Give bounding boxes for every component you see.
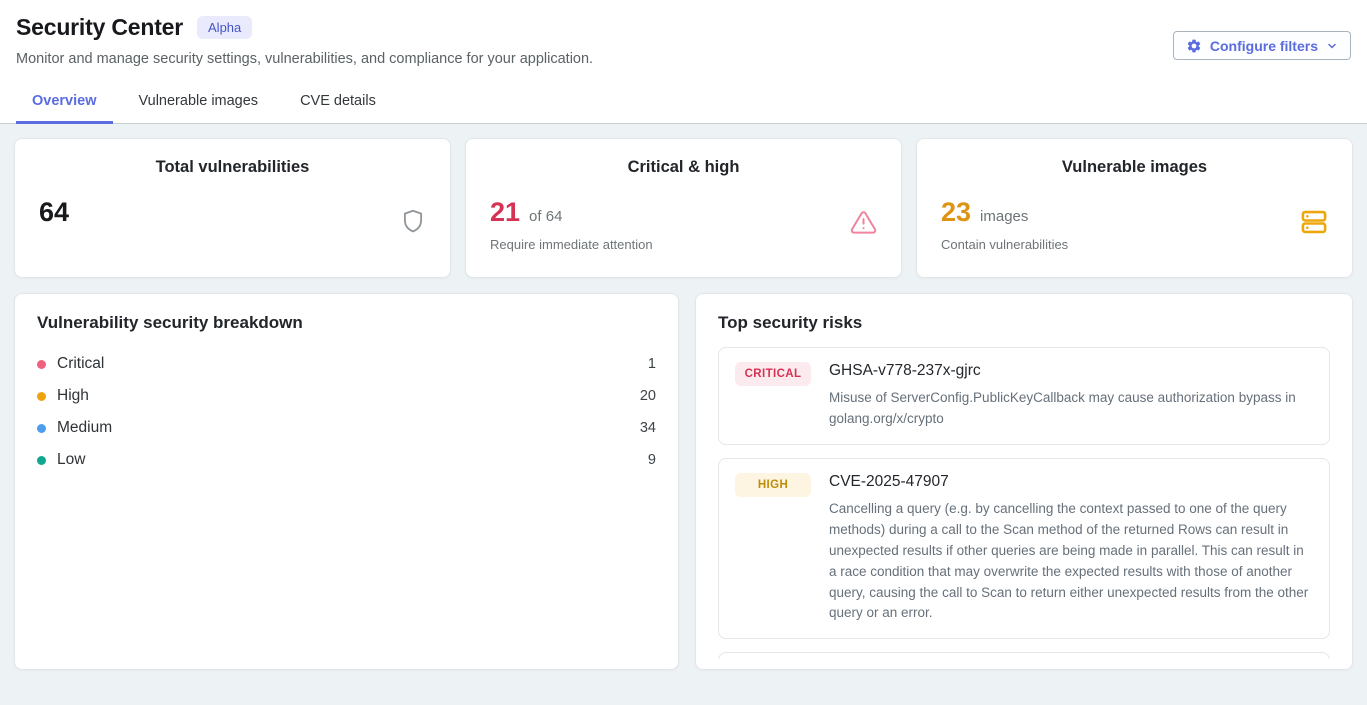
warning-triangle-icon	[850, 209, 877, 241]
risk-description: Misuse of ServerConfig.PublicKeyCallback…	[829, 388, 1313, 430]
risk-item-ghsa-v778-237x-gjrc[interactable]: CRITICAL GHSA-v778-237x-gjrc Misuse of S…	[718, 347, 1330, 445]
top-security-risks-panel: Top security risks CRITICAL GHSA-v778-23…	[695, 293, 1353, 670]
tab-cve-details[interactable]: CVE details	[284, 83, 392, 124]
summary-cards-row: Total vulnerabilities 64 Critical & high	[14, 138, 1353, 278]
breakdown-label: High	[57, 387, 89, 405]
risk-description: Cancelling a query (e.g. by cancelling t…	[829, 499, 1313, 625]
risk-item-cve-2025-9086[interactable]: HIGH CVE-2025-9086	[718, 652, 1330, 659]
risk-list: CRITICAL GHSA-v778-237x-gjrc Misuse of S…	[718, 347, 1330, 659]
breakdown-value: 9	[648, 452, 656, 468]
server-stack-icon	[1300, 208, 1328, 241]
tab-overview[interactable]: Overview	[16, 83, 113, 124]
breakdown-row-high: High 20	[37, 380, 656, 412]
high-dot	[37, 392, 46, 401]
card-critical-high: Critical & high 21 of 64 Require immedia…	[465, 138, 902, 278]
breakdown-value: 34	[640, 420, 656, 436]
tab-vulnerable-images[interactable]: Vulnerable images	[123, 83, 275, 124]
severity-badge-high: HIGH	[735, 473, 811, 497]
critical-high-value: 21	[490, 197, 520, 228]
page-header: Security Center Alpha Configure filters …	[0, 0, 1367, 124]
risk-id: GHSA-v778-237x-gjrc	[829, 362, 1313, 380]
risk-item-cve-2025-47907[interactable]: HIGH CVE-2025-47907 Cancelling a query (…	[718, 458, 1330, 640]
card-vulnerable-images: Vulnerable images 23 images Contain vuln…	[916, 138, 1353, 278]
shield-icon	[400, 207, 426, 240]
breakdown-row-critical: Critical 1	[37, 348, 656, 380]
risks-title: Top security risks	[718, 313, 1330, 333]
card-total-vulnerabilities: Total vulnerabilities 64	[14, 138, 451, 278]
chevron-down-icon	[1326, 40, 1338, 52]
breakdown-list: Critical 1 High 20 Medium 34	[37, 348, 656, 476]
vulnerable-images-caption: Contain vulnerabilities	[941, 237, 1068, 252]
breakdown-row-medium: Medium 34	[37, 412, 656, 444]
configure-filters-button[interactable]: Configure filters	[1173, 31, 1351, 60]
lower-panels-row: Vulnerability security breakdown Critica…	[14, 293, 1353, 670]
vulnerable-images-suffix: images	[980, 208, 1028, 225]
critical-dot	[37, 360, 46, 369]
breakdown-value: 20	[640, 388, 656, 404]
alpha-badge: Alpha	[197, 16, 252, 39]
breakdown-title: Vulnerability security breakdown	[37, 313, 656, 333]
breakdown-label: Medium	[57, 419, 112, 437]
card-title: Total vulnerabilities	[39, 158, 426, 177]
medium-dot	[37, 424, 46, 433]
total-vulnerabilities-value: 64	[39, 197, 69, 228]
low-dot	[37, 456, 46, 465]
risk-id: CVE-2025-47907	[829, 473, 1313, 491]
card-title: Vulnerable images	[941, 158, 1328, 177]
breakdown-row-low: Low 9	[37, 444, 656, 476]
breakdown-label: Critical	[57, 355, 104, 373]
configure-filters-label: Configure filters	[1210, 38, 1318, 54]
page-title: Security Center	[16, 14, 183, 41]
breakdown-label: Low	[57, 451, 85, 469]
breakdown-value: 1	[648, 356, 656, 372]
card-title: Critical & high	[490, 158, 877, 177]
critical-high-suffix: of 64	[529, 208, 562, 225]
vulnerability-breakdown-panel: Vulnerability security breakdown Critica…	[14, 293, 679, 670]
critical-high-caption: Require immediate attention	[490, 237, 653, 252]
tab-bar: Overview Vulnerable images CVE details	[16, 83, 1351, 123]
vulnerable-images-value: 23	[941, 197, 971, 228]
gear-icon	[1186, 38, 1202, 54]
main-content: Total vulnerabilities 64 Critical & high	[0, 124, 1367, 684]
severity-badge-critical: CRITICAL	[735, 362, 811, 386]
page-subtitle: Monitor and manage security settings, vu…	[16, 51, 1351, 67]
